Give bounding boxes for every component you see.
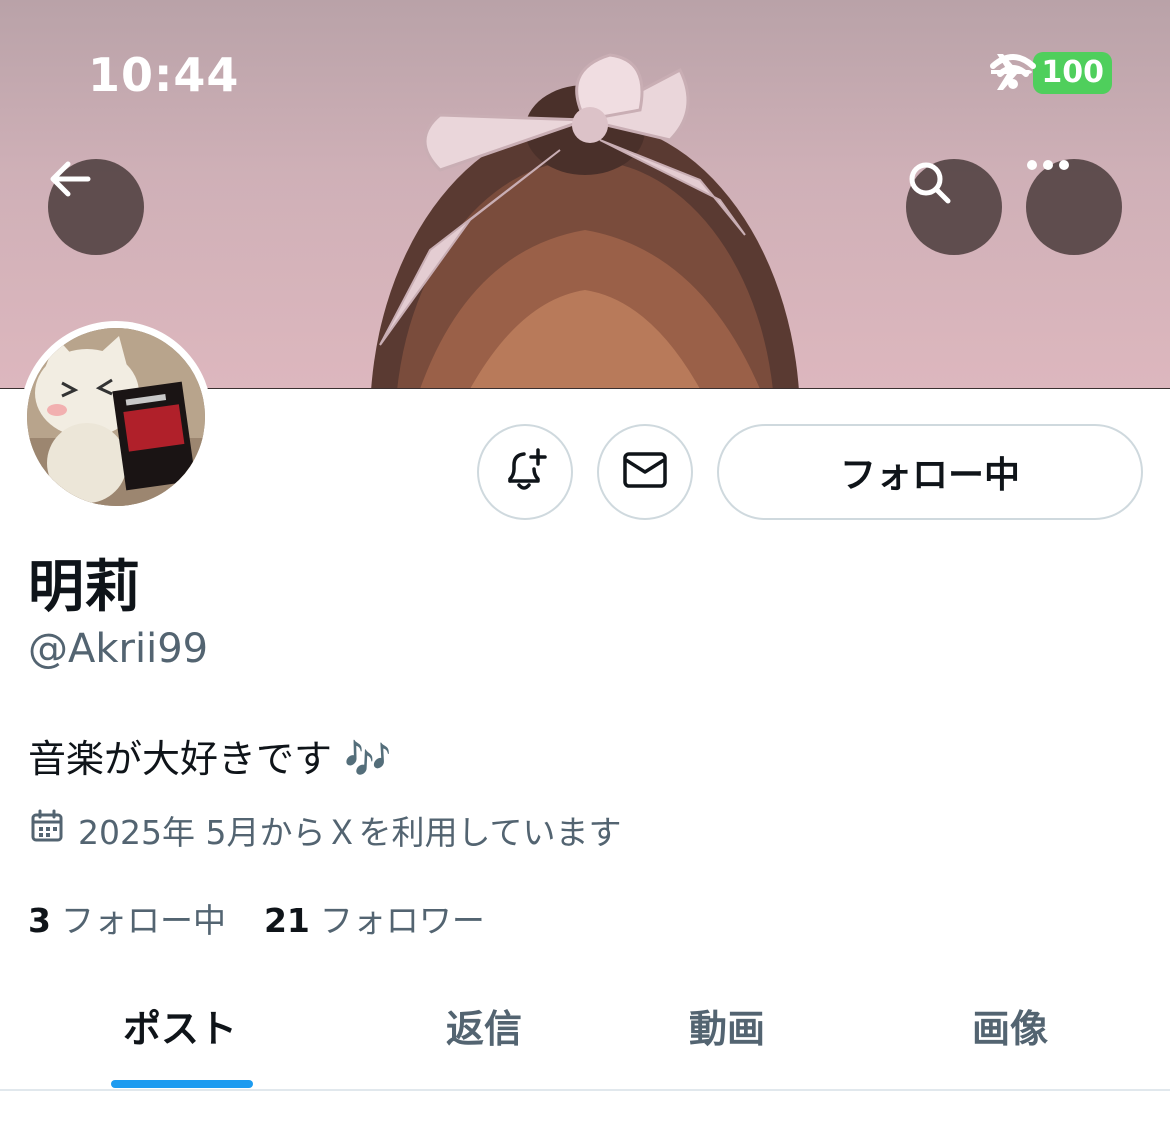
mail-icon [622,451,668,493]
more-button[interactable] [1026,159,1122,255]
display-name: 明莉 [28,555,140,620]
following-stat[interactable]: 3 フォロー中 [28,894,226,942]
notify-button[interactable] [477,424,573,520]
following-count: 3 [28,901,51,940]
active-tab-indicator [111,1080,253,1088]
avatar[interactable] [20,321,212,513]
profile-tabs: ポスト 返信 動画 画像 [0,990,1170,1090]
status-time: 10:44 [88,48,240,102]
join-date: 2025年 5月からＸを利用しています [30,806,621,854]
tabs-divider [0,1089,1170,1091]
followers-label: フォロワー [319,901,485,940]
follow-stats: 3 フォロー中 21 フォロワー [28,894,485,942]
following-button[interactable]: フォロー中 [717,424,1143,520]
followers-count: 21 [263,901,310,940]
bio: 音楽が大好きです 🎶 [28,737,392,781]
following-label: フォロー中 [60,901,226,940]
tab-videos[interactable]: 動画 [689,998,765,1053]
profile-banner[interactable]: 10:44 100 [0,0,1170,389]
profile-screen: 10:44 100 フォロー中 明莉 @Akrii99 音楽が大好きです 🎶 2… [0,0,1170,1123]
message-button[interactable] [597,424,693,520]
tab-images[interactable]: 画像 [972,998,1048,1053]
followers-stat[interactable]: 21 フォロワー [264,894,485,942]
tab-posts[interactable]: ポスト [123,998,237,1053]
status-icons: 100 [989,52,1112,94]
search-button[interactable] [906,159,1002,255]
tab-replies[interactable]: 返信 [446,998,522,1053]
battery-icon: 100 [1033,52,1112,94]
avatar-image [27,328,205,506]
join-date-text: 2025年 5月からＸを利用しています [78,813,622,852]
user-handle: @Akrii99 [28,626,209,672]
back-button[interactable] [48,159,144,255]
bell-plus-icon [502,447,548,497]
calendar-icon [30,809,64,851]
